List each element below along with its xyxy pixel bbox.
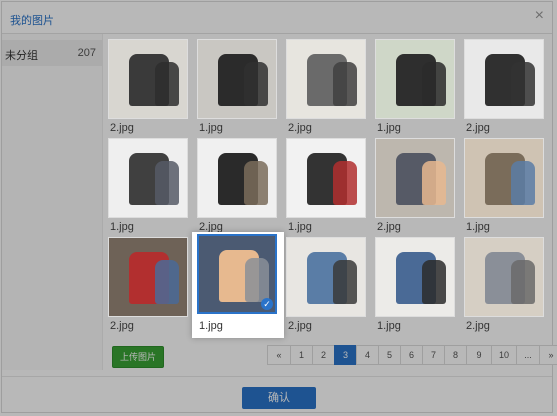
image-thumbnail[interactable] xyxy=(197,39,277,119)
image-thumbnail[interactable] xyxy=(464,138,544,218)
image-filename: 1.jpg xyxy=(377,320,401,332)
dialog-title: 我的图片 xyxy=(10,15,54,27)
image-thumbnail[interactable] xyxy=(286,39,366,119)
clothing-shape xyxy=(511,161,535,205)
page-button[interactable]: 1 xyxy=(290,345,313,365)
clothing-shape xyxy=(511,260,535,304)
dialog-titlebar: 我的图片 × xyxy=(2,2,552,34)
page-button[interactable]: 8 xyxy=(444,345,467,365)
image-filename: 1.jpg xyxy=(466,221,490,233)
image-thumbnail[interactable] xyxy=(464,39,544,119)
clothing-shape xyxy=(422,161,446,205)
clothing-shape xyxy=(155,161,179,205)
page-button[interactable]: 7 xyxy=(422,345,445,365)
image-thumbnail[interactable] xyxy=(108,39,188,119)
image-thumbnail[interactable] xyxy=(197,138,277,218)
page-button[interactable]: 2 xyxy=(312,345,335,365)
image-thumbnail[interactable]: ✓ xyxy=(197,234,277,314)
image-filename: 1.jpg xyxy=(199,122,223,134)
image-thumbnail[interactable] xyxy=(375,138,455,218)
image-filename: 1.jpg xyxy=(110,221,134,233)
clothing-shape xyxy=(333,260,357,304)
prev-page-button[interactable]: « xyxy=(267,345,291,365)
image-thumbnail[interactable] xyxy=(375,39,455,119)
image-thumbnail[interactable] xyxy=(286,237,366,317)
page-button[interactable]: 6 xyxy=(400,345,423,365)
clothing-shape xyxy=(511,62,535,106)
group-sidebar: 未分组 207 xyxy=(2,34,103,370)
pagination-ellipsis: ... xyxy=(516,345,540,365)
group-item-ungrouped[interactable]: 未分组 207 xyxy=(2,40,102,66)
pagination: « 1 2 3 4 5 6 7 8 9 10 ... » xyxy=(267,345,557,365)
clothing-shape xyxy=(245,258,269,302)
image-filename: 1.jpg xyxy=(377,122,401,134)
image-filename: 2.jpg xyxy=(466,122,490,134)
confirm-button[interactable]: 确认 xyxy=(242,387,316,409)
page-button[interactable]: 3 xyxy=(334,345,357,365)
image-thumbnail[interactable] xyxy=(108,237,188,317)
image-filename: 2.jpg xyxy=(110,122,134,134)
clothing-shape xyxy=(155,62,179,106)
close-icon[interactable]: × xyxy=(535,7,544,25)
image-filename: 2.jpg xyxy=(288,320,312,332)
page-button[interactable]: 4 xyxy=(356,345,379,365)
image-filename: 2.jpg xyxy=(110,320,134,332)
image-filename: 2.jpg xyxy=(377,221,401,233)
image-filename: 1.jpg xyxy=(288,221,312,233)
image-filename: 2.jpg xyxy=(466,320,490,332)
clothing-shape xyxy=(422,260,446,304)
image-thumbnail[interactable] xyxy=(286,138,366,218)
image-filename: 1.jpg xyxy=(199,320,223,332)
page-button[interactable]: 9 xyxy=(466,345,492,365)
next-page-button[interactable]: » xyxy=(539,345,557,365)
image-thumbnail[interactable] xyxy=(375,237,455,317)
clothing-shape xyxy=(244,161,268,205)
clothing-shape xyxy=(422,62,446,106)
group-count: 207 xyxy=(77,47,96,59)
check-icon: ✓ xyxy=(261,298,273,310)
upload-image-button[interactable]: 上传图片 xyxy=(112,346,164,368)
image-thumbnail[interactable] xyxy=(464,237,544,317)
clothing-shape xyxy=(244,62,268,106)
image-filename: 2.jpg xyxy=(288,122,312,134)
image-thumbnail[interactable] xyxy=(108,138,188,218)
page-button[interactable]: 10 xyxy=(491,345,517,365)
clothing-shape xyxy=(333,161,357,205)
clothing-shape xyxy=(333,62,357,106)
page-button[interactable]: 5 xyxy=(378,345,401,365)
clothing-shape xyxy=(155,260,179,304)
group-name: 未分组 xyxy=(5,50,38,62)
dialog-footer: 确认 xyxy=(2,376,552,415)
